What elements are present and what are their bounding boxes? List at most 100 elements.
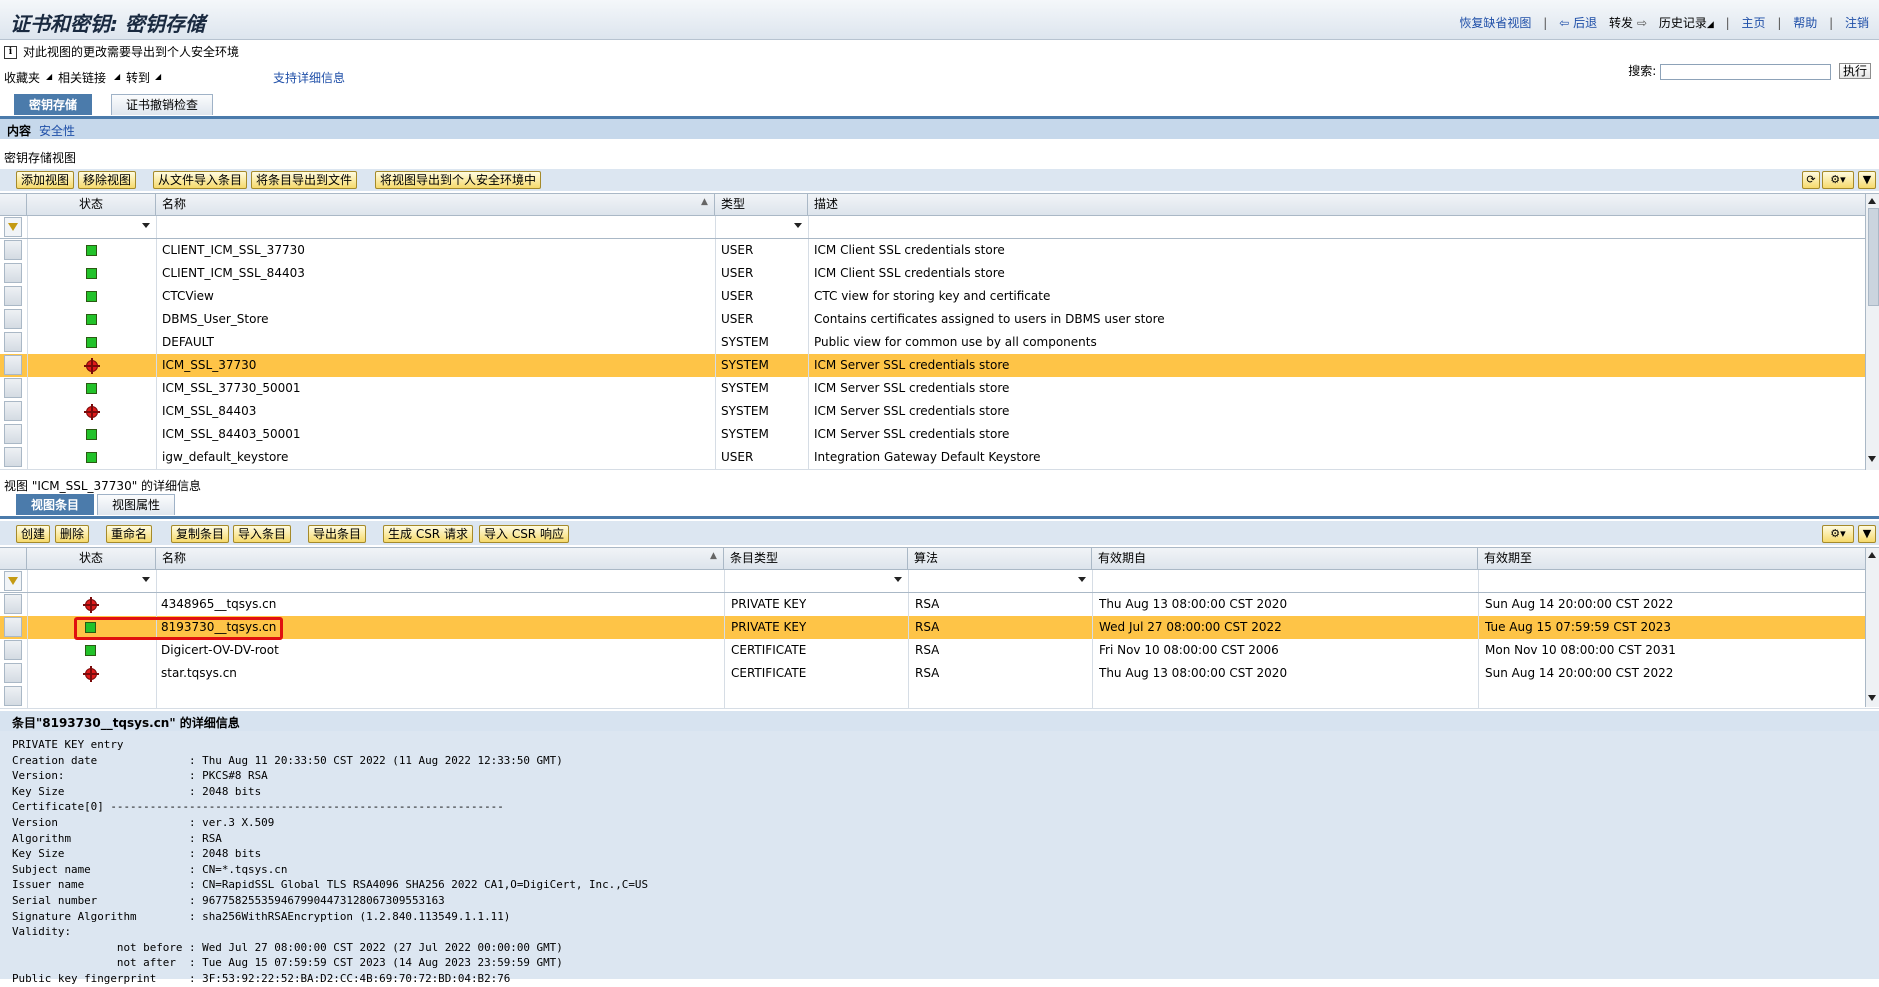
col-status[interactable]: 状态: [27, 548, 156, 569]
remove-view-button[interactable]: 移除视图: [78, 171, 137, 189]
favorites-menu[interactable]: 收藏夹: [4, 69, 40, 86]
restore-default-view-link[interactable]: 恢复缺省视图: [1459, 16, 1531, 30]
algorithm-filter-dropdown[interactable]: [1078, 577, 1086, 582]
row-selector[interactable]: [4, 378, 22, 398]
entries-scrollbar[interactable]: [1865, 548, 1879, 707]
keystore-scrollbar[interactable]: [1865, 194, 1879, 470]
filter-icon[interactable]: ▼: [1858, 171, 1876, 189]
import-entry-button[interactable]: 导入条目: [233, 525, 292, 543]
settings-icon[interactable]: ⚙▾: [1822, 171, 1854, 189]
export-entry-button[interactable]: 导出条目: [308, 525, 367, 543]
keystore-row[interactable]: ICM_SSL_84403 SYSTEM ICM Server SSL creden…: [0, 400, 1879, 424]
delete-button[interactable]: 删除: [55, 525, 90, 543]
row-selector[interactable]: [4, 663, 22, 683]
type-filter-dropdown[interactable]: [794, 223, 802, 228]
top-nav-links: 恢复缺省视图 | ⇦ 后退 转发 ⇨ 历史记录◢ | 主页 | 帮助 | 注销: [1459, 16, 1869, 30]
logout-link[interactable]: 注销: [1845, 16, 1869, 30]
view-type: USER: [721, 450, 754, 464]
import-csr-response-button[interactable]: 导入 CSR 响应: [479, 525, 569, 543]
status-filter-dropdown[interactable]: [142, 577, 150, 582]
entry-valid-to: Mon Nov 10 08:00:00 CST 2031: [1485, 643, 1676, 657]
support-details-link[interactable]: 支持详细信息: [273, 69, 345, 86]
entry-valid-from: Thu Aug 13 08:00:00 CST 2020: [1099, 597, 1288, 611]
row-selector[interactable]: [4, 240, 22, 260]
goto-menu[interactable]: 转到: [126, 69, 150, 86]
subnav-content[interactable]: 内容: [7, 122, 31, 139]
copy-entry-button[interactable]: 复制条目: [171, 525, 230, 543]
col-name[interactable]: 名称: [156, 194, 715, 215]
sort-ascending-icon[interactable]: ▲: [701, 197, 708, 207]
entry-detail-text: PRIVATE KEY entry Creation date : Thu Au…: [12, 738, 649, 985]
col-type[interactable]: 类型: [715, 194, 808, 215]
keystore-row[interactable]: ICM_SSL_84403_50001 SYSTEM ICM Server SSL …: [0, 423, 1879, 447]
back-icon[interactable]: ⇦: [1559, 16, 1569, 30]
entry-type: PRIVATE KEY: [731, 620, 807, 634]
row-selector[interactable]: [4, 640, 22, 660]
create-button[interactable]: 创建: [16, 525, 51, 543]
scroll-up-icon[interactable]: [1868, 552, 1876, 558]
row-selector[interactable]: [4, 424, 22, 444]
generate-csr-button[interactable]: 生成 CSR 请求: [383, 525, 473, 543]
col-status[interactable]: 状态: [27, 194, 156, 215]
entry-row[interactable]: Digicert-OV-DV-root CERTIFICATE RSA Fri Nov…: [0, 639, 1879, 663]
row-selector[interactable]: [4, 309, 22, 329]
row-selector[interactable]: [4, 617, 22, 637]
forward-link[interactable]: 转发: [1609, 16, 1633, 30]
row-selector[interactable]: [4, 401, 22, 421]
col-valid-from[interactable]: 有效期自: [1092, 548, 1478, 569]
export-entry-to-file-button[interactable]: 将条目导出到文件: [251, 171, 358, 189]
keystore-row[interactable]: DEFAULT SYSTEM Public view for common use …: [0, 331, 1879, 355]
rename-button[interactable]: 重命名: [106, 525, 153, 543]
settings-icon[interactable]: ⚙▾: [1822, 525, 1854, 543]
status-filter-dropdown[interactable]: [142, 223, 150, 228]
col-valid-to[interactable]: 有效期至: [1478, 548, 1866, 569]
keystore-row[interactable]: ICM_SSL_37730 SYSTEM ICM Server SSL creden…: [0, 354, 1879, 378]
col-name[interactable]: 名称: [156, 548, 724, 569]
entry-type-filter-dropdown[interactable]: [894, 577, 902, 582]
back-link[interactable]: 后退: [1573, 16, 1597, 30]
refresh-icon[interactable]: ⟳: [1802, 171, 1820, 189]
col-algorithm[interactable]: 算法: [908, 548, 1092, 569]
entry-row[interactable]: 4348965__tqsys.cn PRIVATE KEY RSA Thu Aug 1…: [0, 593, 1879, 617]
entry-row[interactable]: star.tqsys.cn CERTIFICATE RSA Thu Aug 13 08…: [0, 662, 1879, 686]
home-link[interactable]: 主页: [1742, 16, 1766, 30]
add-view-button[interactable]: 添加视图: [16, 171, 75, 189]
scroll-down-icon[interactable]: [1868, 695, 1876, 701]
row-selector[interactable]: [4, 355, 22, 375]
row-selector[interactable]: [4, 447, 22, 467]
col-entry-type[interactable]: 条目类型: [724, 548, 908, 569]
tab-view-entries[interactable]: 视图条目: [16, 494, 95, 515]
row-selector[interactable]: [4, 263, 22, 283]
keystore-row[interactable]: ICM_SSL_37730_50001 SYSTEM ICM Server SSL …: [0, 377, 1879, 401]
related-links-menu[interactable]: 相关链接: [58, 69, 106, 86]
history-menu[interactable]: 历史记录: [1659, 16, 1707, 30]
scroll-up-icon[interactable]: [1868, 198, 1876, 204]
search-execute-button[interactable]: 执行: [1838, 63, 1871, 79]
view-type: SYSTEM: [721, 381, 769, 395]
keystore-row[interactable]: CLIENT_ICM_SSL_37730 USER ICM Client SSL c…: [0, 239, 1879, 263]
search-input[interactable]: [1660, 63, 1832, 80]
row-selector[interactable]: [4, 332, 22, 352]
export-view-to-pse-button[interactable]: 将视图导出到个人安全环境中: [375, 171, 542, 189]
col-description[interactable]: 描述: [808, 194, 1866, 215]
subnav-security[interactable]: 安全性: [39, 122, 75, 139]
entry-name: Digicert-OV-DV-root: [161, 643, 279, 657]
help-link[interactable]: 帮助: [1793, 16, 1817, 30]
row-selector[interactable]: [4, 594, 22, 614]
filter-icon[interactable]: ▼: [1858, 525, 1876, 543]
view-description: ICM Server SSL credentials store: [814, 358, 1010, 372]
keystore-row[interactable]: DBMS_User_Store USER Contains certificates…: [0, 308, 1879, 332]
tab-view-properties[interactable]: 视图属性: [97, 494, 176, 515]
row-selector[interactable]: [4, 286, 22, 306]
sort-ascending-icon[interactable]: ▲: [710, 551, 717, 561]
scroll-thumb[interactable]: [1868, 208, 1879, 306]
keystore-row[interactable]: CLIENT_ICM_SSL_84403 USER ICM Client SSL c…: [0, 262, 1879, 286]
forward-icon[interactable]: ⇨: [1637, 16, 1647, 30]
tab-keystore[interactable]: 密钥存储: [14, 94, 93, 115]
tab-cert-revocation[interactable]: 证书撤销检查: [111, 94, 214, 115]
scroll-down-icon[interactable]: [1868, 456, 1876, 462]
import-entry-from-file-button[interactable]: 从文件导入条目: [153, 171, 248, 189]
keystore-row[interactable]: CTCView USER CTC view for storing key and …: [0, 285, 1879, 309]
keystore-table: 状态 名称 ▲ 类型 描述 CLIENT_ICM_SSL_37730 USER IC…: [0, 193, 1879, 470]
keystore-row[interactable]: igw_default_keystore USER Integration Gate…: [0, 446, 1879, 470]
